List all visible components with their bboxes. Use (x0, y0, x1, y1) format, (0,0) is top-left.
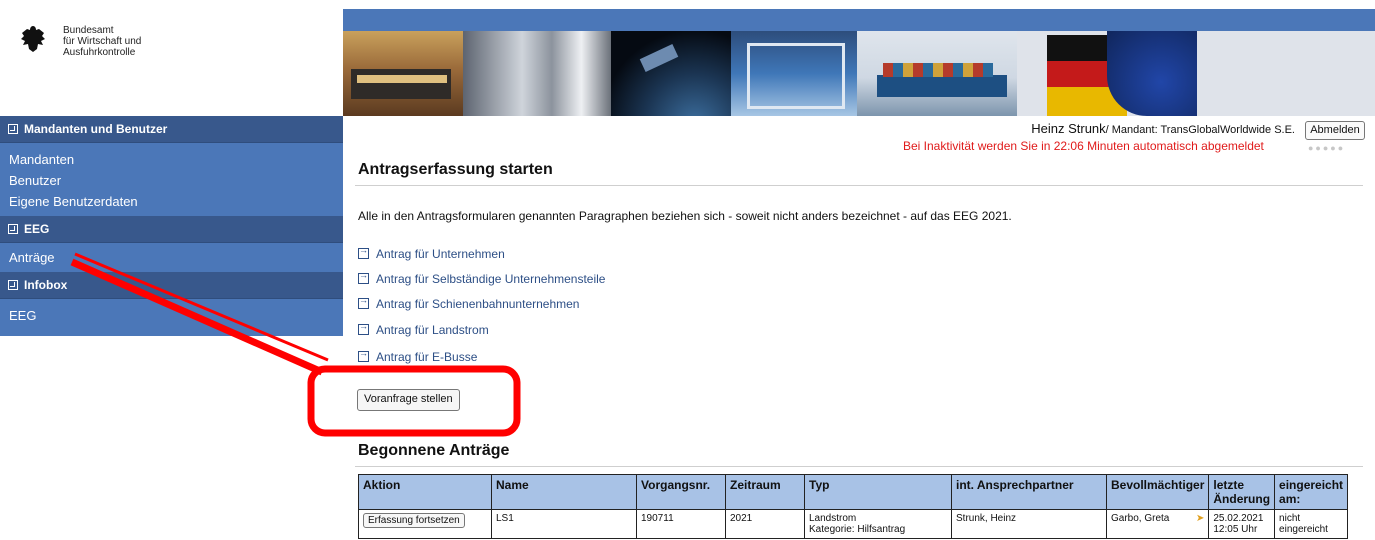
started-applications-table: Aktion Name Vorgangsnr. Zeitraum Typ int… (358, 474, 1349, 539)
sidebar-item-mandanten[interactable]: Mandanten (0, 149, 343, 170)
sidebar-item-antraege[interactable]: Anträge (0, 247, 343, 268)
link-antrag-schienenbahnunternehmen[interactable]: Antrag für Schienenbahnunternehmen (358, 295, 579, 311)
user-name: Heinz Strunk (1031, 121, 1106, 136)
link-antrag-landstrom[interactable]: Antrag für Landstrom (358, 321, 489, 337)
started-applications-title: Begonnene Anträge (358, 442, 510, 459)
trade-fair-image (731, 31, 857, 116)
federal-eagle-icon (21, 26, 45, 52)
steel-rolls-image (463, 31, 611, 116)
eingereicht-cell: nicht eingereicht (1274, 509, 1349, 539)
table-row: Erfassung fortsetzen LS1 190711 2021 Lan… (358, 509, 1349, 539)
sidebar-section-mandanten[interactable]: Mandanten und Benutzer (0, 116, 343, 143)
satellite-image (611, 31, 731, 116)
sidebar-section-infobox[interactable]: Infobox (0, 272, 343, 299)
header-banner-image (343, 31, 1375, 116)
divider (355, 466, 1363, 467)
column-header: letzte Änderung (1208, 474, 1276, 510)
reassign-icon[interactable]: ➤ (1196, 513, 1204, 524)
bafa-name: Bundesamt für Wirtschaft und Ausfuhrkont… (63, 25, 142, 58)
link-arrow-icon (358, 295, 369, 309)
link-arrow-icon (358, 270, 369, 284)
session-timeout-warning: Bei Inaktivität werden Sie in 22:06 Minu… (903, 139, 1264, 153)
loading-dots-icon: ●●●●● (1308, 143, 1346, 153)
sidebar-section-eeg[interactable]: EEG (0, 216, 343, 243)
vorgangsnr-cell: 190711 (636, 509, 726, 539)
link-antrag-unternehmen[interactable]: Antrag für Unternehmen (358, 245, 505, 261)
action-cell: Erfassung fortsetzen (358, 509, 492, 539)
bevollmaechtigter-cell: Garbo, Greta ➤ (1105, 509, 1210, 539)
sidebar-item-benutzer[interactable]: Benutzer (0, 170, 343, 191)
page-title: Antragserfassung starten (358, 161, 553, 178)
letzte-aenderung-cell: 25.02.2021 12:05 Uhr (1208, 509, 1276, 539)
voranfrage-button[interactable]: Voranfrage stellen (357, 389, 460, 411)
link-arrow-icon (358, 348, 369, 362)
flags-image (1047, 31, 1197, 116)
typ-cell: Landstrom Kategorie: Hilfsantrag (804, 509, 952, 539)
collapse-icon (8, 224, 18, 234)
collapse-icon (8, 124, 18, 134)
column-header: Name (491, 474, 637, 510)
continue-entry-button[interactable]: Erfassung fortsetzen (363, 513, 465, 528)
header-bar (343, 9, 1375, 31)
mandant-label: / Mandant: TransGlobalWorldwide S.E. (1105, 124, 1295, 136)
container-ship-image (857, 31, 1017, 116)
link-arrow-icon (358, 321, 369, 335)
ansprechpartner-cell: Strunk, Heinz (951, 509, 1107, 539)
link-arrow-icon (358, 245, 369, 259)
intro-text: Alle in den Antragsformularen genannten … (358, 209, 1012, 223)
sidebar: Mandanten und Benutzer Mandanten Benutze… (0, 116, 343, 336)
divider (355, 185, 1363, 186)
column-header: Aktion (358, 474, 492, 510)
sidebar-item-infobox-eeg[interactable]: EEG (0, 305, 343, 326)
column-header: Bevollmächtiger (1105, 474, 1210, 510)
collapse-icon (8, 280, 18, 290)
column-header: int. Ansprechpartner (951, 474, 1107, 510)
user-info: Heinz Strunk/ Mandant: TransGlobalWorldw… (1031, 121, 1295, 136)
link-antrag-selbstaendige-unternehmensteile[interactable]: Antrag für Selbständige Unternehmensteil… (358, 270, 605, 286)
name-cell: LS1 (491, 509, 637, 539)
column-header: Typ (804, 474, 952, 510)
bafa-logo: Bundesamt für Wirtschaft und Ausfuhrkont… (0, 0, 343, 116)
column-header: eingereicht am: (1274, 474, 1349, 510)
column-header: Vorgangsnr. (636, 474, 726, 510)
zeitraum-cell: 2021 (725, 509, 805, 539)
houses-image (343, 31, 463, 116)
sidebar-item-eigene-benutzerdaten[interactable]: Eigene Benutzerdaten (0, 191, 343, 212)
table-header-row: Aktion Name Vorgangsnr. Zeitraum Typ int… (358, 474, 1349, 510)
link-antrag-e-busse[interactable]: Antrag für E-Busse (358, 348, 477, 364)
column-header: Zeitraum (725, 474, 805, 510)
logout-button[interactable]: Abmelden (1305, 121, 1365, 140)
